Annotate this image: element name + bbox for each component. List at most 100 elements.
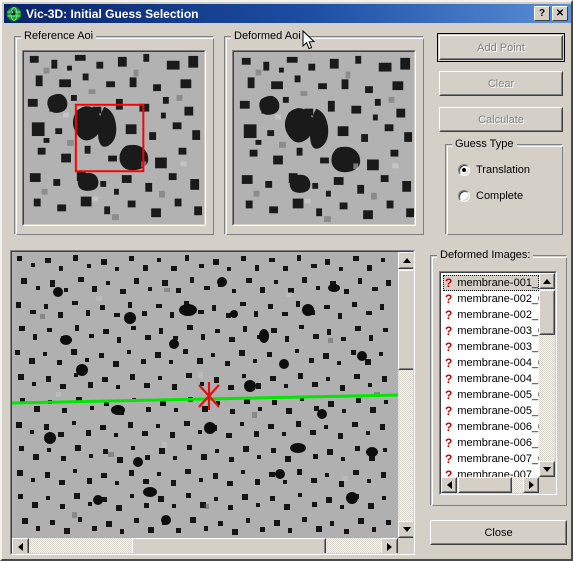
question-mark-icon: ? <box>445 356 453 370</box>
add-point-label: Add Point <box>477 41 525 54</box>
list-item-label: membrane-007_0 <box>457 453 539 465</box>
list-item[interactable]: ? membrane-004_0 <box>443 355 539 371</box>
list-scroll-left-button[interactable] <box>441 477 457 493</box>
scroll-up-button[interactable] <box>398 252 413 269</box>
list-item-label: membrane-003_1 <box>457 341 539 353</box>
list-item-label: membrane-006_0 <box>457 421 539 433</box>
list-scroll-up-button[interactable] <box>539 273 555 289</box>
chevron-left-icon <box>18 542 23 551</box>
question-mark-icon: ? <box>445 308 453 322</box>
list-item-label: membrane-002_1 <box>457 309 539 321</box>
chevron-down-icon <box>402 527 411 532</box>
list-scroll-down-button[interactable] <box>539 461 555 477</box>
list-item-label: membrane-004_1 <box>457 373 539 385</box>
radio-translation[interactable]: Translation <box>458 164 530 176</box>
chevron-left-icon <box>446 481 452 489</box>
help-button[interactable]: ? <box>534 6 550 21</box>
list-item[interactable]: ? membrane-003_1 <box>443 339 539 355</box>
question-mark-icon: ? <box>445 404 453 418</box>
list-item-label: membrane-005_1 <box>457 405 539 417</box>
list-item[interactable]: ? membrane-007_0 <box>443 451 539 467</box>
list-item[interactable]: ? membrane-006_1 <box>443 435 539 451</box>
deformed-aoi-image-well[interactable] <box>232 50 416 226</box>
scroll-down-button[interactable] <box>398 521 413 538</box>
reference-subset-marker <box>74 103 145 173</box>
list-horizontal-scrollbar[interactable] <box>441 477 539 493</box>
radio-complete-label: Complete <box>476 190 524 202</box>
chevron-up-icon <box>402 258 411 263</box>
question-mark-icon: ? <box>445 340 453 354</box>
horizontal-scroll-thumb[interactable] <box>132 538 326 553</box>
deformed-aoi-group: Deformed Aoi <box>224 30 424 235</box>
main-image-horizontal-scrollbar[interactable] <box>12 538 398 553</box>
chevron-right-icon <box>387 542 392 551</box>
deformed-images-list[interactable]: ? membrane-001_1? membrane-002_0? membrane-… <box>443 275 539 483</box>
main-image-canvas[interactable] <box>12 252 398 538</box>
list-scrollbar-corner <box>539 477 555 493</box>
calculate-button[interactable]: Calculate <box>439 107 563 132</box>
main-image-viewer[interactable] <box>10 250 415 555</box>
list-scroll-right-button[interactable] <box>523 477 539 493</box>
reference-aoi-image-well[interactable] <box>22 50 206 226</box>
list-item-label: membrane-003_0 <box>457 325 539 337</box>
list-vertical-scroll-thumb[interactable] <box>539 290 555 335</box>
close-icon[interactable]: ✕ <box>552 6 568 21</box>
list-horizontal-scroll-thumb[interactable] <box>458 477 512 493</box>
question-mark-icon: ? <box>445 420 453 434</box>
list-item-label: membrane-005_0 <box>457 389 539 401</box>
main-speckle-image <box>12 252 398 538</box>
vic3d-globe-icon <box>6 6 22 21</box>
list-item[interactable]: ? membrane-002_0 <box>443 291 539 307</box>
window-title: Vic-3D: Initial Guess Selection <box>26 6 199 21</box>
question-mark-icon: ? <box>445 372 453 386</box>
guess-type-title: Guess Type <box>452 138 517 150</box>
list-item[interactable]: ? membrane-001_1 <box>443 275 539 291</box>
clear-button[interactable]: Clear <box>439 71 563 96</box>
list-item[interactable]: ? membrane-003_0 <box>443 323 539 339</box>
radio-complete-indicator[interactable] <box>458 190 470 202</box>
close-button-label: Close <box>484 526 513 539</box>
list-vertical-scrollbar[interactable] <box>539 273 555 477</box>
title-bar[interactable]: Vic-3D: Initial Guess Selection ? ✕ <box>4 4 571 23</box>
dialog-window: Vic-3D: Initial Guess Selection ? ✕ Refe… <box>0 0 573 561</box>
reference-aoi-title: Reference Aoi <box>21 30 97 42</box>
question-mark-icon: ? <box>445 388 453 402</box>
list-item-label: membrane-006_1 <box>457 437 539 449</box>
scroll-left-button[interactable] <box>12 538 29 553</box>
list-item-label: membrane-002_0 <box>457 293 539 305</box>
deformed-images-group: Deformed Images: ? membrane-001_1? membran… <box>430 249 567 506</box>
add-point-button[interactable]: Add Point <box>437 33 565 62</box>
chevron-up-icon <box>543 278 551 284</box>
list-item[interactable]: ? membrane-004_1 <box>443 371 539 387</box>
chevron-down-icon <box>543 466 551 472</box>
scroll-right-button[interactable] <box>381 538 398 553</box>
question-mark-icon: ? <box>445 292 453 306</box>
chevron-right-icon <box>528 481 534 489</box>
calculate-label: Calculate <box>478 113 524 126</box>
scrollbar-corner <box>398 538 413 553</box>
list-item[interactable]: ? membrane-006_0 <box>443 419 539 435</box>
close-button[interactable]: Close <box>430 520 567 545</box>
deformed-images-title: Deformed Images: <box>437 249 534 261</box>
clear-label: Clear <box>487 77 515 90</box>
title-bar-buttons: ? ✕ <box>534 6 568 21</box>
question-mark-icon: ? <box>445 324 453 338</box>
question-mark-icon: ? <box>445 276 453 290</box>
radio-translation-indicator[interactable] <box>458 164 470 176</box>
radio-translation-label: Translation <box>476 164 531 176</box>
reference-aoi-group: Reference Aoi <box>14 30 214 235</box>
deformed-aoi-title: Deformed Aoi <box>231 30 304 42</box>
list-item-label: membrane-001_1 <box>457 277 539 289</box>
main-image-vertical-scrollbar[interactable] <box>398 252 413 538</box>
radio-complete[interactable]: Complete <box>458 190 523 202</box>
deformed-images-listbox[interactable]: ? membrane-001_1? membrane-002_0? membrane-… <box>439 271 557 495</box>
vertical-scroll-thumb[interactable] <box>398 270 413 370</box>
list-item[interactable]: ? membrane-005_0 <box>443 387 539 403</box>
list-item[interactable]: ? membrane-005_1 <box>443 403 539 419</box>
deformed-aoi-speckle-image <box>234 52 414 224</box>
guess-type-group: Guess Type Translation Complete <box>445 138 563 235</box>
list-item-label: membrane-004_0 <box>457 357 539 369</box>
question-mark-icon: ? <box>445 436 453 450</box>
list-item[interactable]: ? membrane-002_1 <box>443 307 539 323</box>
question-mark-icon: ? <box>445 452 453 466</box>
